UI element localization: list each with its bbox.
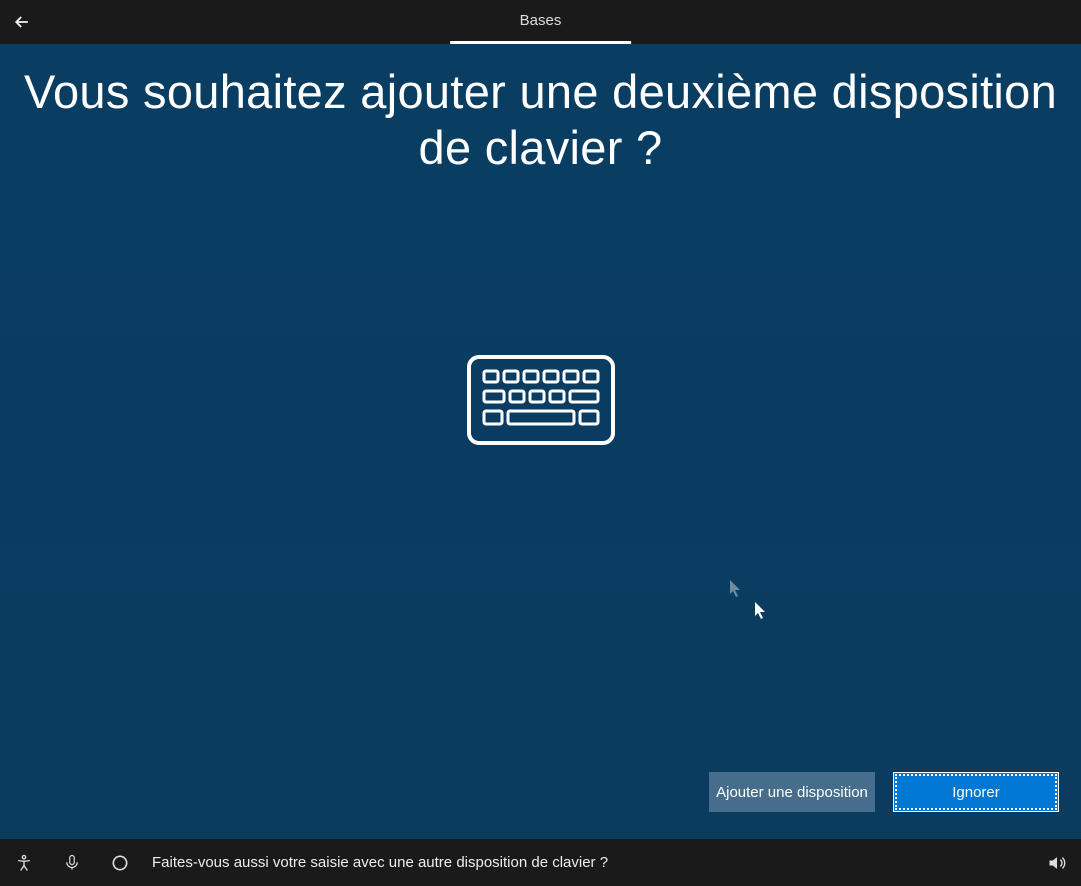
main-content: Vous souhaitez ajouter une deuxième disp… xyxy=(0,44,1081,839)
cursor-ghost-icon xyxy=(730,580,742,598)
accessibility-button[interactable] xyxy=(0,839,48,886)
tab-container: Bases xyxy=(450,0,632,44)
tab-bases[interactable]: Bases xyxy=(450,0,632,44)
cortana-button[interactable] xyxy=(96,839,144,886)
add-layout-button[interactable]: Ajouter une disposition xyxy=(709,772,875,812)
microphone-icon xyxy=(63,853,81,873)
bottom-bar-right xyxy=(1033,839,1081,886)
bottom-bar: Faites-vous aussi votre saisie avec une … xyxy=(0,839,1081,886)
cursor-icon xyxy=(755,602,767,620)
keyboard-icon xyxy=(466,354,616,451)
accessibility-icon xyxy=(14,853,34,873)
volume-button[interactable] xyxy=(1033,839,1081,886)
skip-button[interactable]: Ignorer xyxy=(893,772,1059,812)
volume-icon xyxy=(1046,853,1068,873)
top-bar: Bases xyxy=(0,0,1081,44)
skip-label: Ignorer xyxy=(952,784,1000,801)
page-title: Vous souhaitez ajouter une deuxième disp… xyxy=(0,64,1081,177)
button-row: Ajouter une disposition Ignorer xyxy=(709,772,1059,812)
add-layout-label: Ajouter une disposition xyxy=(716,784,868,801)
cortana-prompt: Faites-vous aussi votre saisie avec une … xyxy=(152,854,608,871)
tab-label: Bases xyxy=(520,12,562,29)
back-button[interactable] xyxy=(0,0,44,44)
microphone-button[interactable] xyxy=(48,839,96,886)
arrow-left-icon xyxy=(12,12,32,32)
cortana-icon xyxy=(110,853,130,873)
